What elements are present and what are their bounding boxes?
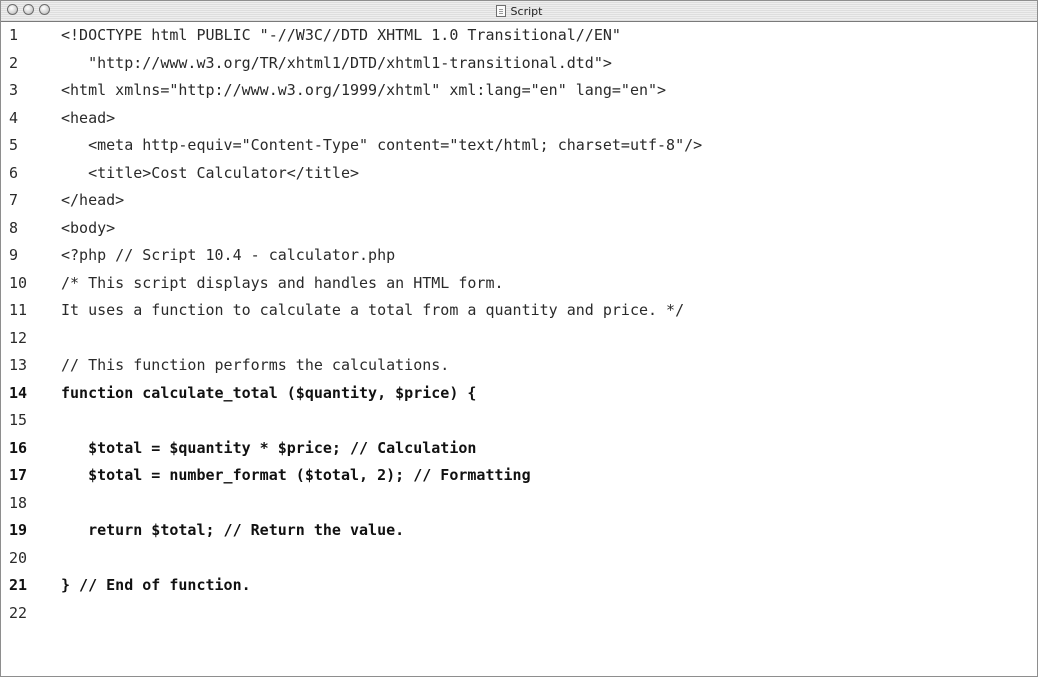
line-text: function calculate_total ($quantity, $pr… — [61, 383, 477, 402]
code-line: 6 <title>Cost Calculator</title> — [1, 160, 1037, 188]
document-icon — [495, 5, 506, 17]
code-listing: 1 <!DOCTYPE html PUBLIC "-//W3C//DTD XHTM… — [1, 22, 1037, 627]
line-number: 3 — [9, 81, 19, 99]
line-text: <html xmlns="http://www.w3.org/1999/xhtm… — [61, 81, 667, 99]
line-number: 15 — [9, 411, 28, 429]
line-text: } // End of function. — [61, 576, 251, 594]
window-title: Script — [510, 4, 543, 18]
line-text: return $total; // Return the value. — [61, 521, 405, 539]
line-number: 7 — [9, 191, 19, 209]
code-line: 1 <!DOCTYPE html PUBLIC "-//W3C//DTD XHTM… — [1, 22, 1037, 50]
line-number: 5 — [9, 136, 19, 154]
code-line: 19 return $total; // Return the value. — [1, 517, 1037, 545]
window-title-group: Script — [1, 1, 1037, 21]
line-text: $total = number_format ($total, 2); // F… — [61, 466, 531, 484]
code-line: 18 — [1, 490, 1037, 518]
line-number: 16 — [9, 438, 28, 457]
line-text: </head> — [61, 191, 125, 209]
line-number: 20 — [9, 548, 28, 567]
script-window: Script 1 <!DOCTYPE html PUBLIC "-//W3C//D… — [0, 0, 1038, 677]
line-number: 18 — [9, 493, 28, 512]
line-text: /* This script displays and handles an H… — [61, 273, 504, 292]
code-line: 20 — [1, 545, 1037, 573]
line-number: 14 — [9, 383, 28, 402]
code-line: 14 function calculate_total ($quantity, $… — [1, 380, 1037, 408]
line-text: <?php // Script 10.4 - calculator.php — [61, 246, 396, 264]
line-number: 12 — [9, 328, 28, 347]
line-number: 13 — [9, 356, 28, 374]
line-number: 21 — [9, 576, 28, 594]
code-line: 13 // This function performs the calculat… — [1, 352, 1037, 380]
line-number: 19 — [9, 521, 28, 539]
line-text: It uses a function to calculate a total … — [61, 301, 685, 319]
code-line: 11 It uses a function to calculate a tota… — [1, 297, 1037, 325]
line-text: "http://www.w3.org/TR/xhtml1/DTD/xhtml1-… — [61, 53, 612, 72]
code-line: 16 $total = $quantity * $price; // Calcu… — [1, 435, 1037, 463]
line-number: 17 — [9, 466, 28, 484]
code-line: 21 } // End of function. — [1, 572, 1037, 600]
line-text: <!DOCTYPE html PUBLIC "-//W3C//DTD XHTML… — [61, 26, 621, 44]
line-text: <body> — [61, 218, 116, 237]
code-line: 3 <html xmlns="http://www.w3.org/1999/xht… — [1, 77, 1037, 105]
code-line: 17 $total = number_format ($total, 2); /… — [1, 462, 1037, 490]
line-text: <title>Cost Calculator</title> — [61, 163, 360, 182]
line-number: 11 — [9, 301, 28, 319]
code-line: 5 <meta http-equiv="Content-Type" conten… — [1, 132, 1037, 160]
line-text: // This function performs the calculatio… — [61, 356, 450, 374]
code-line: 10 /* This script displays and handles an… — [1, 270, 1037, 298]
code-line: 22 — [1, 600, 1037, 628]
line-text: <meta http-equiv="Content-Type" content=… — [61, 136, 703, 154]
code-line: 15 — [1, 407, 1037, 435]
line-number: 6 — [9, 163, 19, 182]
code-line: 9 <?php // Script 10.4 - calculator.php — [1, 242, 1037, 270]
code-line: 4 <head> — [1, 105, 1037, 133]
line-number: 22 — [9, 603, 28, 622]
code-line: 8 <body> — [1, 215, 1037, 243]
line-number: 4 — [9, 108, 19, 127]
code-line: 7 </head> — [1, 187, 1037, 215]
title-bar[interactable]: Script — [1, 1, 1037, 22]
line-text: <head> — [61, 108, 116, 127]
code-line: 12 — [1, 325, 1037, 353]
line-number: 2 — [9, 53, 19, 72]
line-number: 8 — [9, 218, 19, 237]
line-number: 10 — [9, 273, 28, 292]
line-text: $total = $quantity * $price; // Calculat… — [61, 438, 477, 457]
line-number: 1 — [9, 26, 19, 44]
line-number: 9 — [9, 246, 19, 264]
code-line: 2 "http://www.w3.org/TR/xhtml1/DTD/xhtml… — [1, 50, 1037, 78]
